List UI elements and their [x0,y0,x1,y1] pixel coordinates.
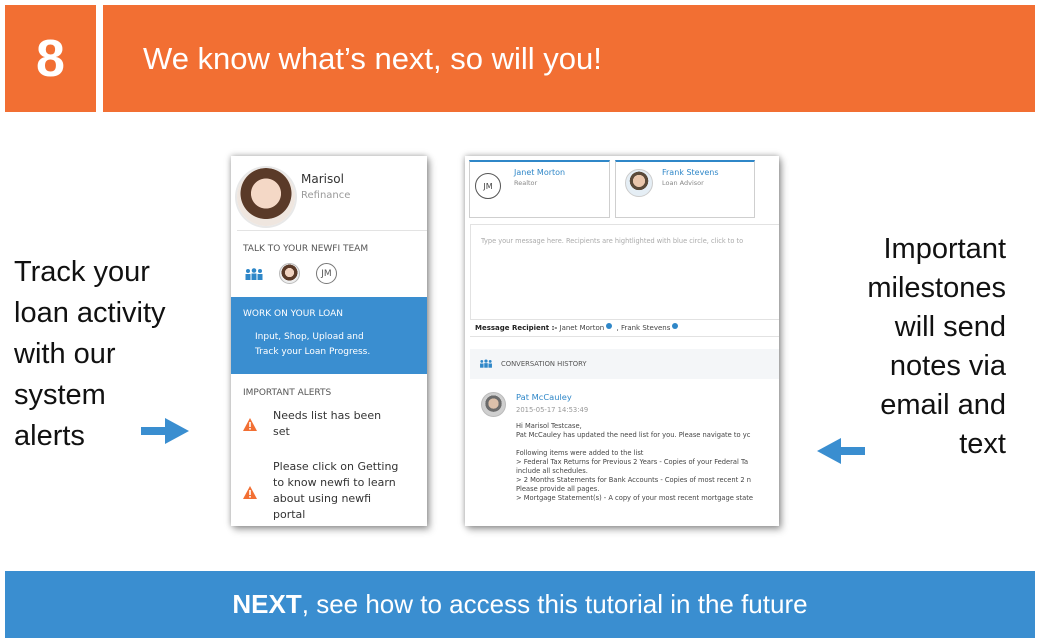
alert-line: to know newfi to learn [273,476,396,489]
arrow-right-icon [141,418,189,444]
user-subtitle: Refinance [301,190,351,201]
next-banner: NEXT, see how to access this tutorial in… [5,571,1035,638]
divider [237,230,427,231]
sidebar-panel-screenshot: Marisol Refinance TALK TO YOUR NEWFI TEA… [231,156,427,526]
message-line: > Federal Tax Returns for Previous 2 Yea… [516,458,749,466]
message-placeholder: Type your message here. Recipients are h… [481,237,744,245]
contact-role: Loan Advisor [662,179,704,187]
message-line: > Mortgage Statement(s) - A copy of your… [516,494,753,502]
right-caption-line: email and [880,389,1006,421]
right-caption-line: will send [894,311,1006,343]
right-caption: Important milestones will send notes via… [820,230,1006,464]
step-number-badge: 8 [5,5,96,112]
alert-line: portal [273,508,306,521]
message-line: include all schedules. [516,467,588,475]
contact-initials: JM [475,173,501,199]
message-line: Please provide all pages. [516,485,600,493]
history-heading: CONVERSATION HISTORY [501,360,587,368]
team-member-avatar[interactable] [279,263,300,284]
message-author[interactable]: Pat McCauley [516,392,572,402]
left-caption-line: loan activity [14,297,166,329]
people-icon [480,359,492,368]
right-caption-line: notes via [889,350,1006,382]
left-caption-line: with our [14,338,116,370]
message-line: > 2 Months Statements for Bank Accounts … [516,476,751,484]
next-label: NEXT [232,589,302,619]
recipient[interactable]: Janet Morton [560,324,605,332]
contact-role: Realtor [514,179,538,187]
tutorial-slide: 8 We know what’s next, so will you! Trac… [0,0,1040,643]
recipient-label: Message Recipient :- [475,324,558,332]
contact-card[interactable]: Frank Stevens Loan Advisor [615,160,755,218]
alert-text: Please click on Getting to know newfi to… [273,459,423,523]
work-description: Track your Loan Progress. [255,347,371,357]
alerts-heading: IMPORTANT ALERTS [243,388,332,398]
right-caption-line: milestones [867,272,1006,304]
conversation-panel-screenshot: JM Janet Morton Realtor Frank Stevens Lo… [465,156,779,526]
contact-name: Frank Stevens [662,168,719,177]
recipient-dot-icon [672,323,679,329]
message-line: Following items were added to the list [516,449,644,457]
people-icon[interactable] [244,268,264,280]
team-member-initials[interactable]: JM [316,263,337,284]
message-line [516,440,778,449]
warning-icon [243,418,257,431]
message-line: Hi Marisol Testcase, [516,422,582,430]
user-name: Marisol [301,172,344,186]
left-caption-line: Track your [14,256,150,288]
message-recipients: Message Recipient :- Janet Morton , Fran… [475,323,680,332]
avatar[interactable] [237,168,295,226]
message-input[interactable]: Type your message here. Recipients are h… [470,224,779,320]
right-caption-line: Important [883,233,1007,265]
author-avatar [481,392,506,417]
left-caption-line: system [14,379,106,411]
slide-title-bar: We know what’s next, so will you! [103,5,1035,112]
next-text: , see how to access this tutorial in the… [301,589,808,619]
message-line: Pat McCauley has updated the need list f… [516,431,751,439]
divider [470,336,779,337]
recipient-dot-icon [606,323,613,329]
alert-text: Needs list has been set [273,408,423,440]
contact-name: Janet Morton [514,168,566,177]
slide-title: We know what’s next, so will you! [143,40,602,76]
alert-line: set [273,425,290,438]
message-timestamp: 2015-05-17 14:53:49 [516,406,589,414]
contact-card[interactable]: JM Janet Morton Realtor [469,160,610,218]
alert-line: Please click on Getting [273,460,399,473]
alert-line: Needs list has been [273,409,382,422]
work-description: Input, Shop, Upload and [255,332,364,342]
recipient[interactable]: Frank Stevens [621,324,670,332]
arrow-left-icon [817,438,865,464]
contact-avatar [625,169,653,197]
message-body: Hi Marisol Testcase, Pat McCauley has up… [516,422,778,503]
alert-line: about using newfi [273,492,372,505]
warning-icon [243,486,257,499]
conversation-history-header: CONVERSATION HISTORY [470,349,779,379]
work-heading: WORK ON YOUR LOAN [243,309,343,319]
work-on-loan-nav[interactable]: WORK ON YOUR LOAN Input, Shop, Upload an… [231,297,427,374]
team-heading: TALK TO YOUR NEWFI TEAM [243,244,369,254]
